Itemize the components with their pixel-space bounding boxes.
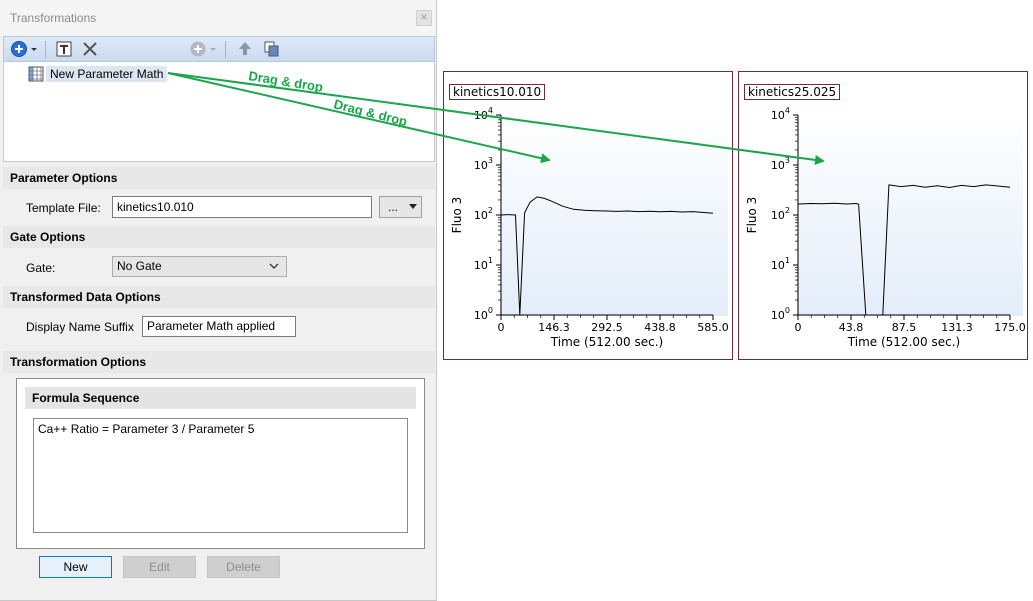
drag-arrows: Drag & drop Drag & drop (167, 68, 825, 165)
drag-drop-label-2: Drag & drop (332, 96, 409, 129)
drag-drop-label-1: Drag & drop (248, 68, 325, 95)
